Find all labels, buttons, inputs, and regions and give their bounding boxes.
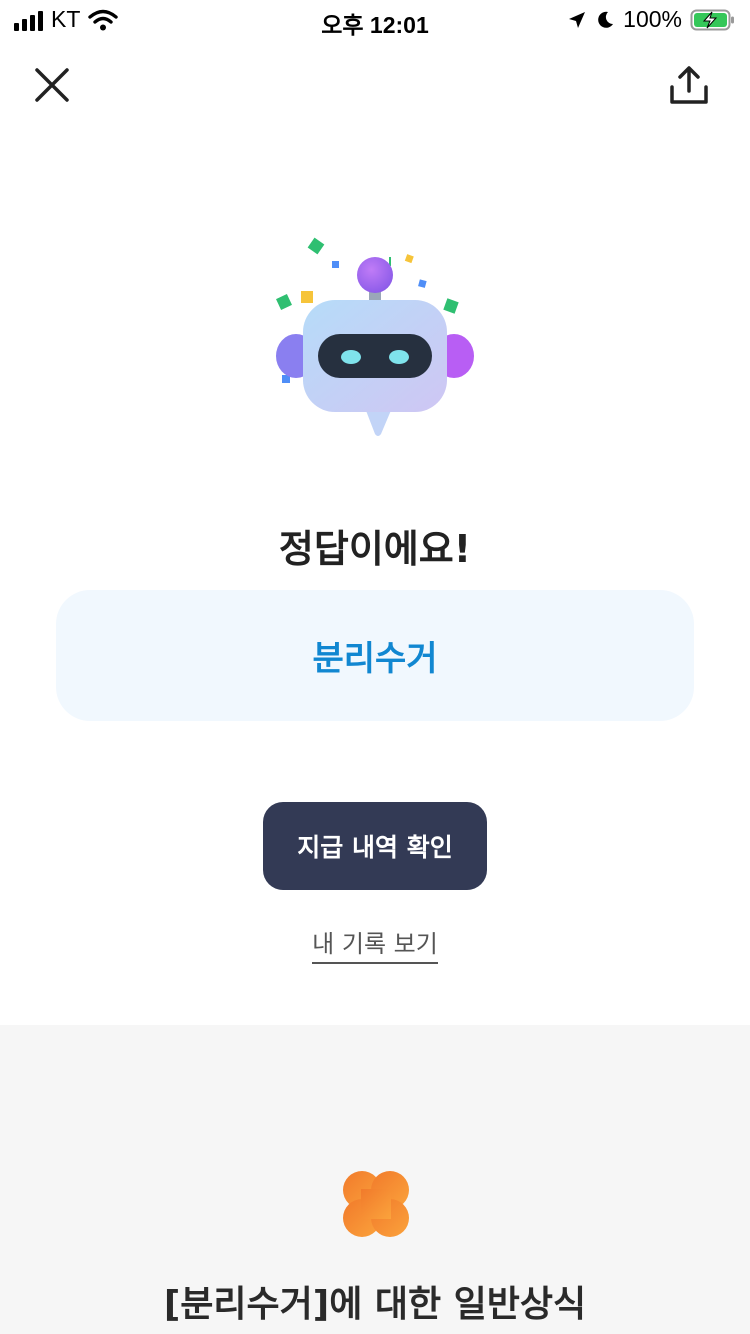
answer-text: 분리수거 (312, 639, 438, 679)
my-records-link-row: 내 기록 보기 (0, 924, 750, 964)
view-payment-history-button[interactable]: 지급 내역 확인 (263, 802, 487, 890)
my-records-link[interactable]: 내 기록 보기 (312, 924, 438, 964)
clover-icon (343, 1171, 409, 1237)
status-bar: KT 오후 12:01 100% (0, 0, 750, 40)
section-title: [분리수거]에 대한 일반상식 (163, 1284, 587, 1325)
robot-mascot-illustration (276, 237, 474, 436)
battery-percent: 100% (623, 6, 682, 32)
close-button[interactable] (27, 60, 77, 110)
close-icon (35, 68, 69, 102)
moon-icon (598, 11, 614, 28)
share-icon (670, 66, 708, 104)
answer-box: 분리수거 (56, 590, 694, 721)
result-title: 정답이에요! (278, 527, 472, 571)
location-arrow-icon (569, 11, 586, 28)
status-right: 100% (567, 6, 736, 33)
battery-charging-icon (690, 9, 734, 30)
share-button[interactable] (664, 60, 714, 110)
